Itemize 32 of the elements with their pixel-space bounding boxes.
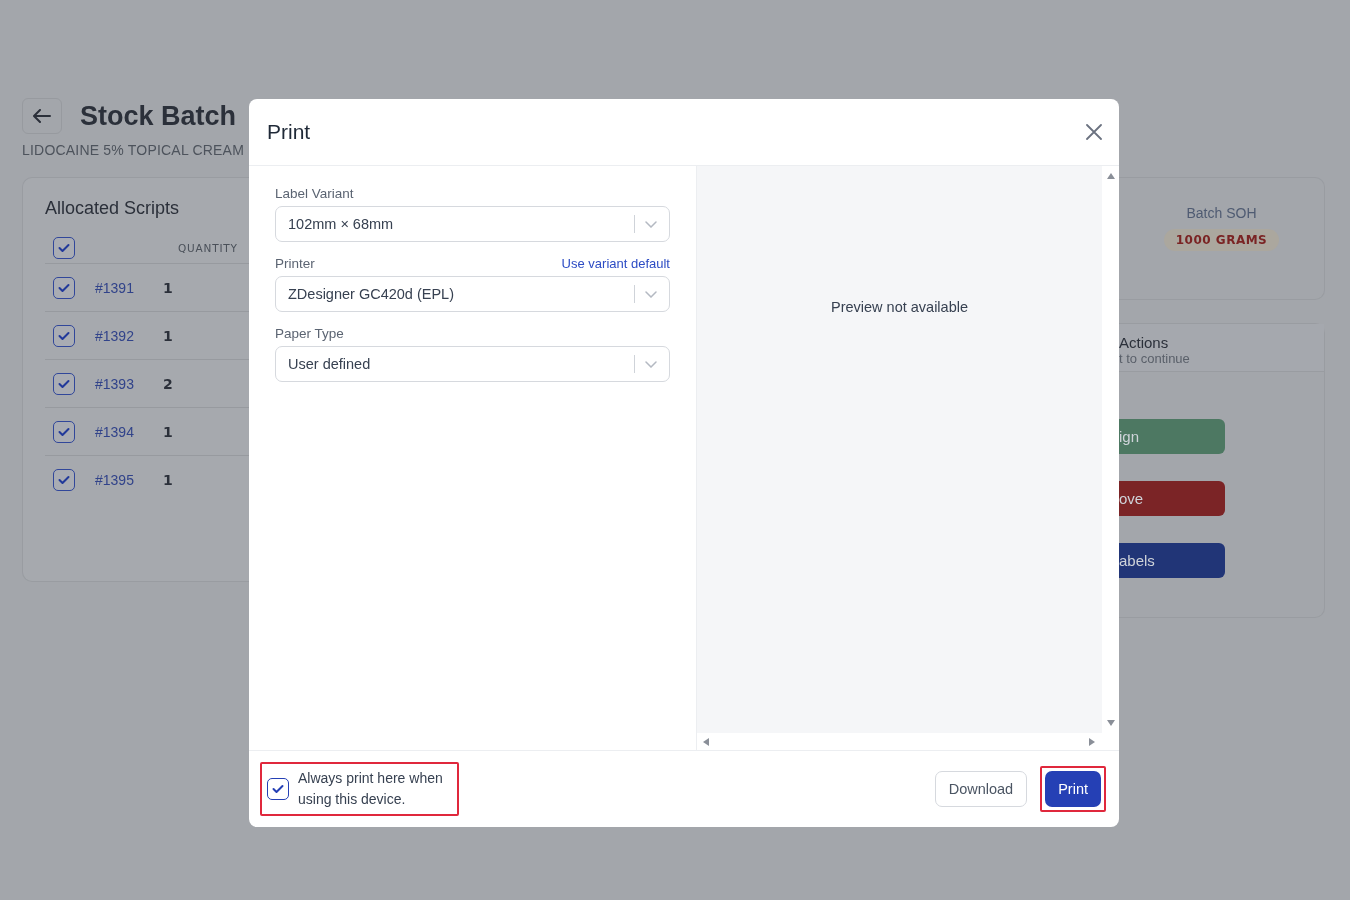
select-field[interactable]: ZDesigner GC420d (EPL) [275,276,670,312]
script-number: #1393 [95,375,135,392]
select-field[interactable]: 102mm × 68mm [275,206,670,242]
actions-title: Actions [1119,334,1170,351]
field-label: Printer [275,256,315,271]
use-default-link[interactable]: Use variant default [561,256,670,271]
quantity-cell: 2 [163,375,173,392]
quantity-cell: 1 [163,279,173,296]
preview-message: Preview not available [831,299,968,317]
print-button[interactable]: Print [1045,771,1101,807]
script-number: #1394 [95,423,135,440]
field-label: Paper Type [275,326,344,341]
script-number: #1392 [95,327,135,344]
card-title: Allocated Scripts [45,198,181,219]
action-button[interactable]: ove [1119,481,1225,516]
soh-badge: 1000 GRAMS [1163,229,1280,251]
select-field[interactable]: User defined [275,346,670,382]
actions-subtitle: t to continue [1119,351,1191,366]
quantity-cell: 1 [163,327,173,344]
remember-label: Always print here when using this device. [298,769,444,809]
column-header: QUANTITY [178,242,238,254]
dialog-title: Print [267,120,311,144]
action-button[interactable]: abels [1119,543,1225,578]
quantity-cell: 1 [163,423,173,440]
page-title: Stock Batch [80,100,237,132]
soh-label: Batch SOH [1186,205,1257,221]
script-number: #1391 [95,279,135,296]
download-button[interactable]: Download [934,771,1028,807]
script-number: #1395 [95,471,135,488]
field-label: Label Variant [275,186,354,201]
page-subtitle: LIDOCAINE 5% TOPICAL CREAM [22,142,245,158]
quantity-cell: 1 [163,471,173,488]
